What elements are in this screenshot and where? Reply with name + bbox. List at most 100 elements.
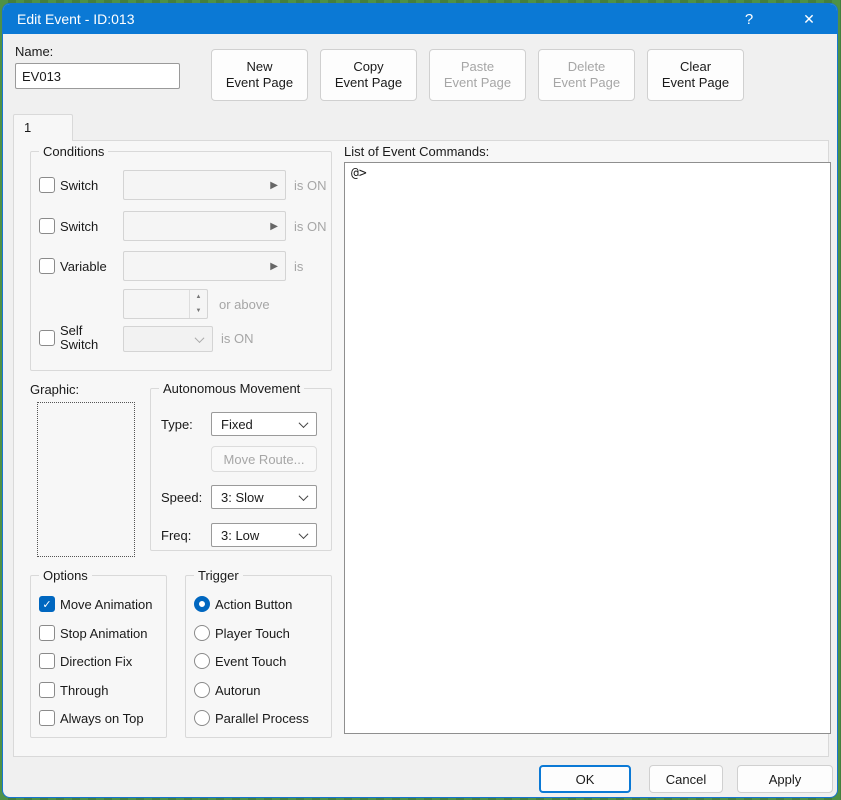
self-switch-suffix: is ON bbox=[221, 331, 254, 346]
cancel-button[interactable]: Cancel bbox=[649, 765, 723, 793]
button-label: Event Page bbox=[553, 75, 620, 91]
spin-up-icon[interactable]: ▲ bbox=[190, 290, 207, 304]
checkbox[interactable] bbox=[39, 653, 55, 669]
command-list[interactable]: @> bbox=[344, 162, 831, 734]
switch2-suffix: is ON bbox=[294, 219, 327, 234]
self-switch-checkbox-row[interactable]: Self Switch bbox=[39, 324, 98, 352]
option-always-on-top[interactable]: Always on Top bbox=[39, 710, 144, 726]
checkbox[interactable] bbox=[39, 682, 55, 698]
option-label: Direction Fix bbox=[60, 654, 132, 669]
command-line[interactable]: @> bbox=[351, 166, 824, 181]
chevron-down-icon bbox=[195, 333, 205, 343]
radio[interactable] bbox=[194, 710, 210, 726]
type-label: Type: bbox=[161, 417, 193, 432]
variable-checkbox-row[interactable]: Variable bbox=[39, 258, 107, 274]
button-label: Event Page bbox=[444, 75, 511, 91]
self-switch-checkbox[interactable] bbox=[39, 330, 55, 346]
ok-button[interactable]: OK bbox=[539, 765, 631, 793]
speed-label: Speed: bbox=[161, 490, 202, 505]
graphic-box[interactable] bbox=[37, 402, 135, 557]
self-switch-label-line1: Self bbox=[60, 324, 98, 338]
trigger-label: Action Button bbox=[215, 597, 292, 612]
new-event-page-button[interactable]: New Event Page bbox=[211, 49, 308, 101]
trigger-legend: Trigger bbox=[194, 568, 243, 583]
button-label: Clear bbox=[680, 59, 711, 75]
trigger-autorun[interactable]: Autorun bbox=[194, 682, 261, 698]
option-label: Through bbox=[60, 683, 108, 698]
conditions-legend: Conditions bbox=[39, 144, 108, 159]
switch2-picker[interactable]: ▶ bbox=[123, 211, 286, 241]
radio-selected[interactable] bbox=[194, 596, 210, 612]
movement-type-select[interactable]: Fixed bbox=[211, 412, 317, 436]
radio[interactable] bbox=[194, 625, 210, 641]
option-through[interactable]: Through bbox=[39, 682, 108, 698]
tab-page-1[interactable]: 1 bbox=[13, 114, 73, 141]
trigger-group: Trigger Action Button Player Touch Event… bbox=[185, 575, 332, 738]
switch2-checkbox-row[interactable]: Switch bbox=[39, 218, 98, 234]
movement-freq-select[interactable]: 3: Low bbox=[211, 523, 317, 547]
option-stop-animation[interactable]: Stop Animation bbox=[39, 625, 147, 641]
trigger-label: Parallel Process bbox=[215, 711, 309, 726]
copy-event-page-button[interactable]: Copy Event Page bbox=[320, 49, 417, 101]
clear-event-page-button[interactable]: Clear Event Page bbox=[647, 49, 744, 101]
delete-event-page-button[interactable]: Delete Event Page bbox=[538, 49, 635, 101]
options-group: Options ✓ Move Animation Stop Animation … bbox=[30, 575, 167, 738]
self-switch-select[interactable] bbox=[123, 326, 213, 352]
apply-label: Apply bbox=[769, 772, 802, 787]
movement-freq-value: 3: Low bbox=[221, 528, 259, 543]
ok-label: OK bbox=[576, 772, 595, 787]
movement-type-value: Fixed bbox=[221, 417, 253, 432]
move-route-button[interactable]: Move Route... bbox=[211, 446, 317, 472]
option-move-animation[interactable]: ✓ Move Animation bbox=[39, 596, 153, 612]
close-icon: ✕ bbox=[803, 11, 815, 28]
cancel-label: Cancel bbox=[666, 772, 706, 787]
trigger-label: Autorun bbox=[215, 683, 261, 698]
checkbox-checked[interactable]: ✓ bbox=[39, 596, 55, 612]
trigger-event-touch[interactable]: Event Touch bbox=[194, 653, 286, 669]
spin-down-icon[interactable]: ▼ bbox=[190, 304, 207, 318]
trigger-label: Player Touch bbox=[215, 626, 290, 641]
window-title: Edit Event - ID:013 bbox=[3, 11, 135, 27]
option-label: Stop Animation bbox=[60, 626, 147, 641]
self-switch-label-line2: Switch bbox=[60, 338, 98, 352]
button-label: Event Page bbox=[662, 75, 729, 91]
trigger-player-touch[interactable]: Player Touch bbox=[194, 625, 290, 641]
switch2-checkbox[interactable] bbox=[39, 218, 55, 234]
button-label: Event Page bbox=[335, 75, 402, 91]
apply-button[interactable]: Apply bbox=[737, 765, 833, 793]
switch1-checkbox[interactable] bbox=[39, 177, 55, 193]
variable-amount-spinner[interactable]: ▲ ▼ bbox=[123, 289, 208, 319]
trigger-action-button[interactable]: Action Button bbox=[194, 596, 292, 612]
graphic-label: Graphic: bbox=[30, 382, 79, 397]
movement-legend: Autonomous Movement bbox=[159, 381, 304, 396]
button-label: Event Page bbox=[226, 75, 293, 91]
edit-event-dialog: Edit Event - ID:013 ? ✕ Name: New Event … bbox=[2, 3, 838, 798]
option-label: Always on Top bbox=[60, 711, 144, 726]
options-legend: Options bbox=[39, 568, 92, 583]
picker-arrow-icon: ▶ bbox=[270, 221, 278, 232]
name-input[interactable] bbox=[15, 63, 180, 89]
checkbox[interactable] bbox=[39, 625, 55, 641]
switch1-picker[interactable]: ▶ bbox=[123, 170, 286, 200]
picker-arrow-icon: ▶ bbox=[270, 261, 278, 272]
movement-speed-select[interactable]: 3: Slow bbox=[211, 485, 317, 509]
close-button[interactable]: ✕ bbox=[787, 4, 831, 34]
switch1-checkbox-row[interactable]: Switch bbox=[39, 177, 98, 193]
help-button[interactable]: ? bbox=[727, 4, 771, 34]
radio[interactable] bbox=[194, 682, 210, 698]
trigger-parallel-process[interactable]: Parallel Process bbox=[194, 710, 309, 726]
title-bar[interactable]: Edit Event - ID:013 ? ✕ bbox=[3, 4, 837, 34]
autonomous-movement-group: Autonomous Movement Type: Fixed Move Rou… bbox=[150, 388, 332, 551]
variable-picker[interactable]: ▶ bbox=[123, 251, 286, 281]
variable-checkbox[interactable] bbox=[39, 258, 55, 274]
command-list-label: List of Event Commands: bbox=[344, 144, 489, 159]
checkbox[interactable] bbox=[39, 710, 55, 726]
trigger-label: Event Touch bbox=[215, 654, 286, 669]
radio[interactable] bbox=[194, 653, 210, 669]
event-page-panel: Conditions Switch ▶ is ON Switch ▶ is ON bbox=[13, 140, 829, 757]
switch1-suffix: is ON bbox=[294, 178, 327, 193]
paste-event-page-button[interactable]: Paste Event Page bbox=[429, 49, 526, 101]
spinner-buttons[interactable]: ▲ ▼ bbox=[189, 290, 207, 318]
option-direction-fix[interactable]: Direction Fix bbox=[39, 653, 132, 669]
chevron-down-icon bbox=[299, 529, 309, 539]
